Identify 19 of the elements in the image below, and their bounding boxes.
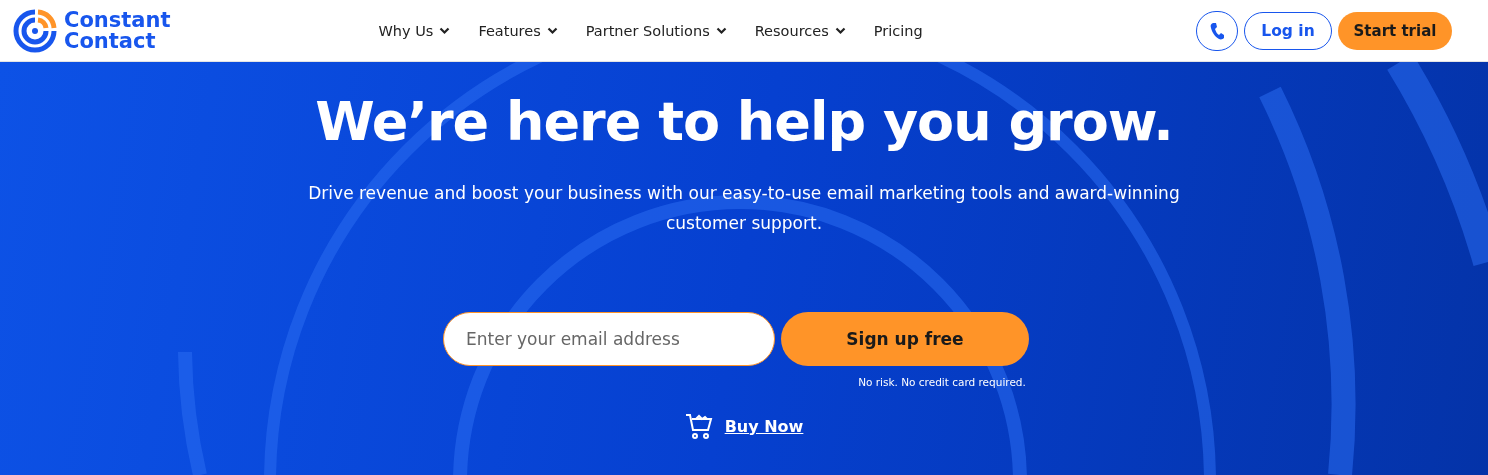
email-field[interactable]: Enter your email address [443, 312, 775, 366]
nav-item[interactable]: Why Us [378, 22, 451, 39]
note-text: No risk. No credit card required. [858, 376, 1026, 388]
hero-title: We’re here to help you grow. [315, 89, 1173, 155]
sign-up-button[interactable]: Sign up free [781, 312, 1029, 366]
logo-icon [12, 7, 58, 54]
logo-text: Constant [64, 9, 171, 31]
start-trial-button[interactable]: Start trial [1338, 11, 1452, 50]
nav-item[interactable]: Features [478, 22, 558, 39]
cart-icon [684, 412, 713, 440]
buy-now-link[interactable]: Buy Now [724, 416, 804, 436]
nav-item[interactable]: Pricing [873, 22, 923, 39]
phone-button[interactable] [1196, 10, 1238, 51]
login-button[interactable]: Log in [1244, 11, 1332, 50]
phone-icon [1210, 21, 1224, 40]
nav-item[interactable]: Resources [754, 22, 846, 39]
logo-text: Contact [64, 30, 157, 52]
nav-item[interactable]: Partner Solutions [585, 22, 727, 39]
hero-subtitle: Drive revenue and boost your business with our easy-to-use email marketing tools and award-winning customer support. [307, 182, 1181, 235]
